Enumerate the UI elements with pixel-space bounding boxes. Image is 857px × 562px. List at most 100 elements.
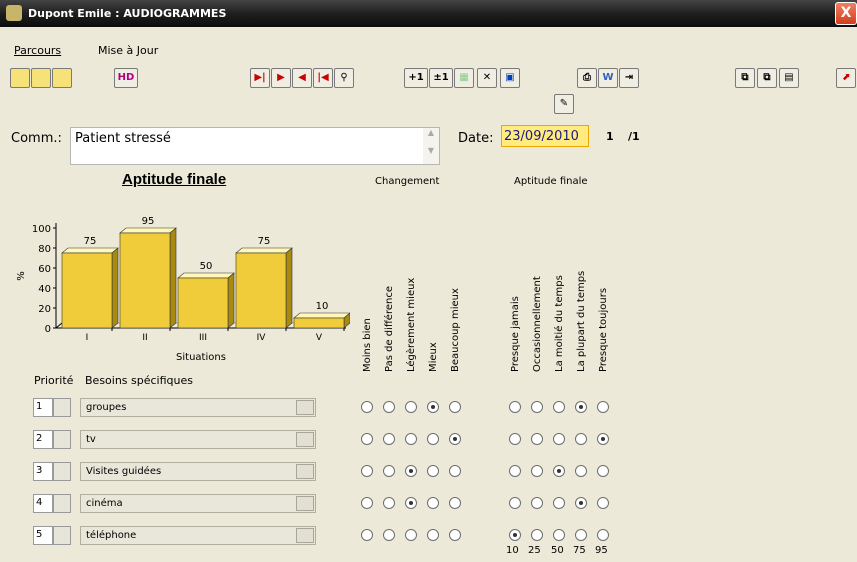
radio-aptitude[interactable]: [575, 497, 587, 509]
radio-changement[interactable]: [405, 497, 417, 509]
radio-changement[interactable]: [449, 497, 461, 509]
radio-aptitude[interactable]: [531, 401, 543, 413]
radio-changement[interactable]: [449, 433, 461, 445]
hd-button[interactable]: HD: [114, 68, 138, 88]
radio-changement[interactable]: [427, 401, 439, 413]
radio-aptitude[interactable]: [553, 401, 565, 413]
radio-changement[interactable]: [383, 529, 395, 541]
priority-input[interactable]: 5: [33, 526, 53, 545]
first-record-icon[interactable]: |◀: [313, 68, 333, 88]
radio-aptitude[interactable]: [553, 497, 565, 509]
besoin-field[interactable]: tv: [80, 430, 316, 449]
radio-aptitude[interactable]: [553, 433, 565, 445]
last-record-icon[interactable]: ▶|: [250, 68, 270, 88]
radio-aptitude[interactable]: [531, 529, 543, 541]
radio-changement[interactable]: [427, 529, 439, 541]
radio-changement[interactable]: [427, 433, 439, 445]
radio-aptitude[interactable]: [575, 529, 587, 541]
priority-button[interactable]: [53, 430, 71, 449]
paste-icon[interactable]: ⧉: [757, 68, 777, 88]
ear-right-icon[interactable]: [31, 68, 51, 88]
radio-changement[interactable]: [383, 433, 395, 445]
priority-button[interactable]: [53, 462, 71, 481]
besoin-dropdown-button[interactable]: [296, 528, 314, 543]
next-record-icon[interactable]: ▶: [271, 68, 291, 88]
grid-icon[interactable]: ▦: [454, 68, 474, 88]
radio-changement[interactable]: [449, 465, 461, 477]
radio-changement[interactable]: [405, 433, 417, 445]
radio-changement[interactable]: [449, 529, 461, 541]
besoin-dropdown-button[interactable]: [296, 496, 314, 511]
besoin-dropdown-button[interactable]: [296, 400, 314, 415]
radio-changement[interactable]: [383, 497, 395, 509]
priority-input[interactable]: 2: [33, 430, 53, 449]
date-field[interactable]: 23/09/2010: [501, 125, 589, 147]
menu-mise-a-jour[interactable]: Mise à Jour: [98, 44, 158, 57]
besoin-field[interactable]: Visites guidées: [80, 462, 316, 481]
close-button[interactable]: X: [835, 2, 857, 25]
comment-scrollbar[interactable]: ▲ ▼: [423, 128, 439, 164]
radio-aptitude[interactable]: [509, 465, 521, 477]
radio-changement[interactable]: [361, 529, 373, 541]
besoin-field[interactable]: groupes: [80, 398, 316, 417]
priority-button[interactable]: [53, 526, 71, 545]
besoin-dropdown-button[interactable]: [296, 464, 314, 479]
delete-icon[interactable]: ✕: [477, 68, 497, 88]
priority-button[interactable]: [53, 398, 71, 417]
menu-parcours[interactable]: Parcours: [14, 44, 61, 57]
radio-aptitude[interactable]: [509, 401, 521, 413]
radio-aptitude[interactable]: [509, 497, 521, 509]
edit-pencil-icon[interactable]: ✎: [554, 94, 574, 114]
radio-aptitude[interactable]: [597, 401, 609, 413]
ears-both-icon[interactable]: [52, 68, 72, 88]
radio-aptitude[interactable]: [531, 433, 543, 445]
radio-aptitude[interactable]: [575, 401, 587, 413]
radio-aptitude[interactable]: [553, 465, 565, 477]
word-icon[interactable]: W: [598, 68, 618, 88]
radio-aptitude[interactable]: [597, 465, 609, 477]
prev-record-icon[interactable]: ◀: [292, 68, 312, 88]
priority-button[interactable]: [53, 494, 71, 513]
priority-input[interactable]: 3: [33, 462, 53, 481]
radio-aptitude[interactable]: [597, 497, 609, 509]
radio-aptitude[interactable]: [509, 433, 521, 445]
radio-changement[interactable]: [427, 465, 439, 477]
radio-aptitude[interactable]: [575, 433, 587, 445]
col-aptitude-4: Presque toujours: [598, 287, 609, 372]
duplicate-record-button[interactable]: ±1: [429, 68, 453, 88]
radio-changement[interactable]: [361, 401, 373, 413]
besoin-field[interactable]: téléphone: [80, 526, 316, 545]
copy-icon[interactable]: ⧉: [735, 68, 755, 88]
radio-changement[interactable]: [449, 401, 461, 413]
page-total: /1: [628, 130, 640, 143]
radio-changement[interactable]: [361, 433, 373, 445]
exit-icon[interactable]: ⬈: [836, 68, 856, 88]
besoin-field[interactable]: cinéma: [80, 494, 316, 513]
ear-left-icon[interactable]: [10, 68, 30, 88]
priority-input[interactable]: 1: [33, 398, 53, 417]
radio-aptitude[interactable]: [531, 497, 543, 509]
radio-changement[interactable]: [383, 401, 395, 413]
search-icon[interactable]: ⚲: [334, 68, 354, 88]
radio-aptitude[interactable]: [531, 465, 543, 477]
priority-input[interactable]: 4: [33, 494, 53, 513]
radio-changement[interactable]: [427, 497, 439, 509]
radio-changement[interactable]: [361, 465, 373, 477]
radio-aptitude[interactable]: [597, 433, 609, 445]
comment-field[interactable]: Patient stressé ▲ ▼: [70, 127, 440, 165]
export-icon[interactable]: ⇥: [619, 68, 639, 88]
radio-changement[interactable]: [361, 497, 373, 509]
radio-changement[interactable]: [405, 401, 417, 413]
radio-aptitude[interactable]: [553, 529, 565, 541]
radio-changement[interactable]: [405, 465, 417, 477]
besoin-dropdown-button[interactable]: [296, 432, 314, 447]
radio-aptitude[interactable]: [575, 465, 587, 477]
radio-aptitude[interactable]: [597, 529, 609, 541]
radio-changement[interactable]: [405, 529, 417, 541]
save-icon[interactable]: ▣: [500, 68, 520, 88]
print-icon[interactable]: ⎙: [577, 68, 597, 88]
calendar-icon[interactable]: ▤: [779, 68, 799, 88]
radio-aptitude[interactable]: [509, 529, 521, 541]
add-record-button[interactable]: +1: [404, 68, 428, 88]
radio-changement[interactable]: [383, 465, 395, 477]
